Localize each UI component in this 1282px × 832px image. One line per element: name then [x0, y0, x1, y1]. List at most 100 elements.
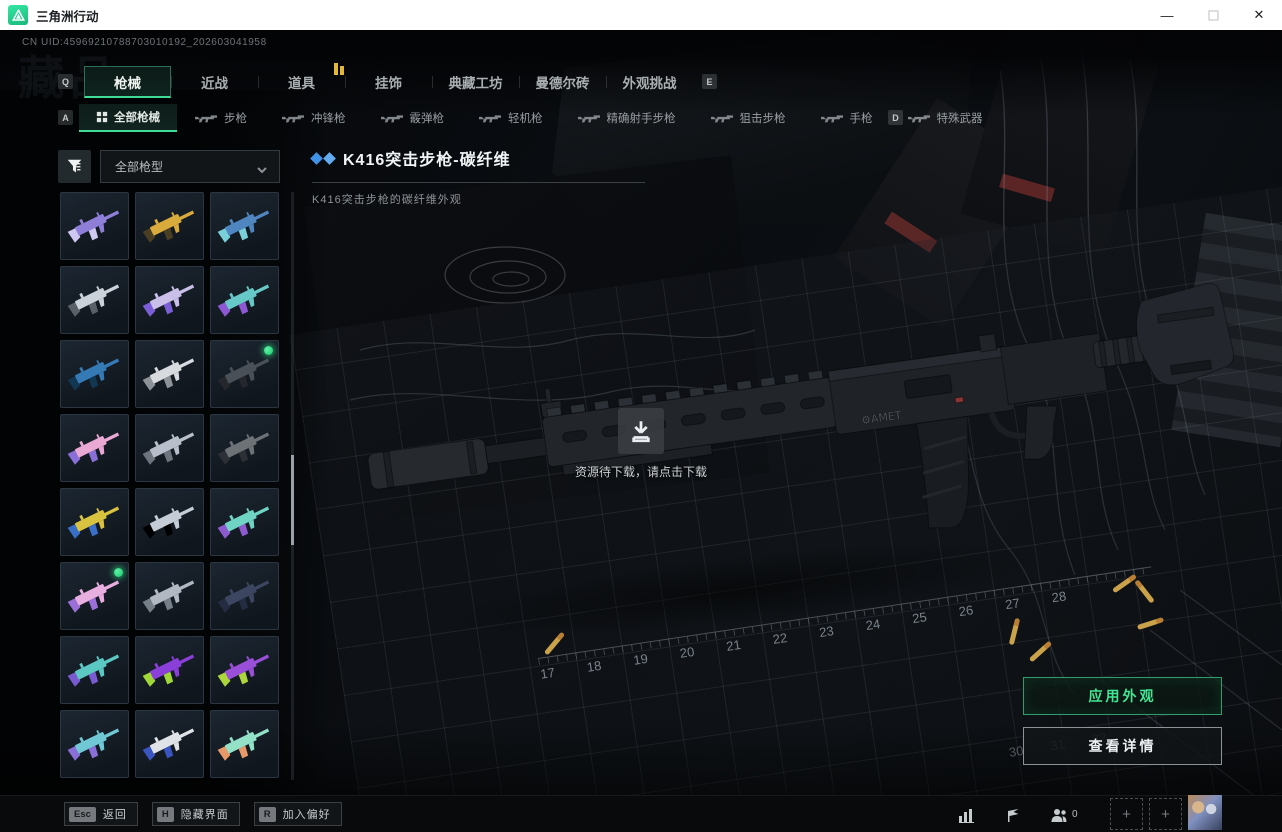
sub-tab-9[interactable]: 特殊武器 [890, 104, 1000, 132]
flag-icon [1008, 807, 1019, 822]
download-icon [632, 421, 650, 443]
new-indicator-dot [264, 346, 273, 355]
weapon-skin-tile-14[interactable] [135, 488, 204, 556]
weapon-skin-tile-2[interactable] [135, 192, 204, 260]
title-bar: 三角洲行动 — ✕ [0, 0, 1282, 30]
weapon-skin-tile-10[interactable] [60, 414, 129, 482]
gun-icon [577, 114, 600, 122]
weapon-skin-tile-21[interactable] [210, 636, 279, 704]
view-details-button[interactable]: 查看详情 [1023, 727, 1222, 765]
weapon-skin-tile-11[interactable] [135, 414, 204, 482]
weapon-skin-tile-12[interactable] [210, 414, 279, 482]
weapon-skin-tile-16[interactable] [60, 562, 129, 630]
shortcut-r[interactable]: R 加入偏好 [253, 802, 342, 826]
sub-tab-label: 精确射手步枪 [606, 113, 676, 125]
grid-scrollbar-thumb[interactable] [291, 455, 294, 545]
key-badge: Esc [69, 806, 96, 822]
uid-text: CN UID:45969210788703010192_202603041958 [22, 37, 267, 48]
gun-icon [380, 114, 403, 122]
maximize-icon [1207, 9, 1219, 21]
weapon-skin-tile-19[interactable] [60, 636, 129, 704]
weapon-skin-tile-1[interactable] [60, 192, 129, 260]
apply-skin-button[interactable]: 应用外观 [1023, 677, 1222, 715]
sub-tab-5[interactable]: 轻机枪 [461, 104, 560, 132]
window-title: 三角洲行动 [36, 9, 99, 24]
download-button[interactable] [618, 408, 664, 454]
gun-icon [907, 114, 930, 122]
weapon-skin-tile-13[interactable] [60, 488, 129, 556]
main-tab-3[interactable]: 道具 [258, 66, 345, 98]
main-tab-4[interactable]: 挂饰 [345, 66, 432, 98]
maximize-button[interactable] [1190, 0, 1236, 30]
weapon-skin-grid [60, 192, 279, 778]
sub-tab-label: 霰弹枪 [409, 113, 445, 125]
main-tab-1[interactable]: 枪械 [84, 66, 171, 98]
shortcut-buttons: Esc 返回 H 隐藏界面 R 加入偏好 [64, 802, 342, 826]
sub-tab-label: 手枪 [849, 113, 873, 125]
friends-count: 0 [1072, 809, 1078, 820]
weapon-skin-tile-15[interactable] [210, 488, 279, 556]
weapon-skin-tile-18[interactable] [210, 562, 279, 630]
sub-tab-label: 狙击步枪 [739, 113, 786, 125]
sub-tab-8[interactable]: 手枪 [803, 104, 890, 132]
detail-divider [312, 182, 645, 183]
weapon-preview-image[interactable]: ⚙AMET [348, 226, 1248, 626]
grid-icon [96, 111, 108, 123]
main-tabs: 枪械 近战 道具 挂饰 典藏工坊 曼德尔砖 外观挑战 [84, 66, 693, 98]
weapon-skin-tile-6[interactable] [210, 266, 279, 334]
stats-button[interactable] [958, 806, 980, 824]
sub-tab-label: 步枪 [224, 113, 247, 125]
dropdown-value: 全部枪型 [115, 160, 164, 174]
weapon-skin-tile-5[interactable] [135, 266, 204, 334]
download-prompt[interactable]: 资源待下载，请点击下载 [566, 408, 716, 480]
sub-tab-4[interactable]: 霰弹枪 [363, 104, 462, 132]
close-button[interactable]: ✕ [1236, 0, 1282, 30]
skin-description: K416突击步枪的碳纤维外观 [312, 194, 462, 206]
shortcut-esc[interactable]: Esc 返回 [64, 802, 138, 826]
weapon-skin-tile-8[interactable] [135, 340, 204, 408]
weapon-skin-tile-9[interactable] [210, 340, 279, 408]
gun-icon [195, 114, 217, 122]
sub-tab-6[interactable]: 精确射手步枪 [560, 104, 693, 132]
sub-tab-label: 全部枪械 [114, 112, 160, 124]
sub-tab-3[interactable]: 冲锋枪 [264, 104, 363, 132]
gun-icon [282, 114, 304, 122]
gun-icon [479, 114, 501, 122]
add-slot-button[interactable]: + [1110, 798, 1143, 830]
chevron-down-icon [257, 162, 267, 173]
weapon-skin-tile-24[interactable] [210, 710, 279, 778]
sub-tab-1[interactable]: 全部枪械 [79, 104, 177, 132]
weapon-type-dropdown[interactable]: 全部枪型 [100, 150, 280, 183]
shortcut-label: 隐藏界面 [180, 809, 229, 821]
weapon-skin-tile-3[interactable] [210, 192, 279, 260]
key-badge: R [258, 806, 276, 822]
main-tab-7[interactable]: 外观挑战 [606, 66, 693, 98]
bar-chart-icon [959, 808, 974, 823]
filter-icon [67, 159, 82, 173]
flag-button[interactable] [1004, 806, 1026, 824]
sub-tab-2[interactable]: 步枪 [177, 104, 264, 132]
friends-button[interactable]: 0 [1050, 806, 1084, 824]
main-tab-5[interactable]: 典藏工坊 [432, 66, 519, 98]
key-d-badge: D [888, 110, 903, 125]
main-tab-2[interactable]: 近战 [171, 66, 258, 98]
weapon-skin-tile-7[interactable] [60, 340, 129, 408]
sub-tab-7[interactable]: 狙击步枪 [693, 104, 803, 132]
key-badge: H [156, 806, 174, 822]
weapon-skin-tile-22[interactable] [60, 710, 129, 778]
weapon-skin-tile-17[interactable] [135, 562, 204, 630]
avatar[interactable] [1188, 795, 1222, 830]
weapon-skin-tile-20[interactable] [135, 636, 204, 704]
shortcut-label: 返回 [102, 809, 127, 821]
weapon-skin-tile-4[interactable] [60, 266, 129, 334]
filter-button[interactable] [58, 150, 91, 183]
add-slot-button[interactable]: + [1149, 798, 1182, 830]
grid-scrollbar[interactable] [291, 192, 294, 780]
shortcut-h[interactable]: H 隐藏界面 [151, 802, 240, 826]
sub-tabs: 全部枪械 步枪 冲锋枪 霰弹枪 轻机枪 精确射手步枪 狙击步枪 手枪 特殊武器 [79, 104, 1000, 132]
new-indicator-dot [114, 568, 123, 577]
main-tab-6[interactable]: 曼德尔砖 [519, 66, 606, 98]
skin-detail-header: K416突击步枪-碳纤维 K416突击步枪的碳纤维外观 [310, 146, 645, 207]
weapon-skin-tile-23[interactable] [135, 710, 204, 778]
minimize-button[interactable]: — [1144, 0, 1190, 30]
